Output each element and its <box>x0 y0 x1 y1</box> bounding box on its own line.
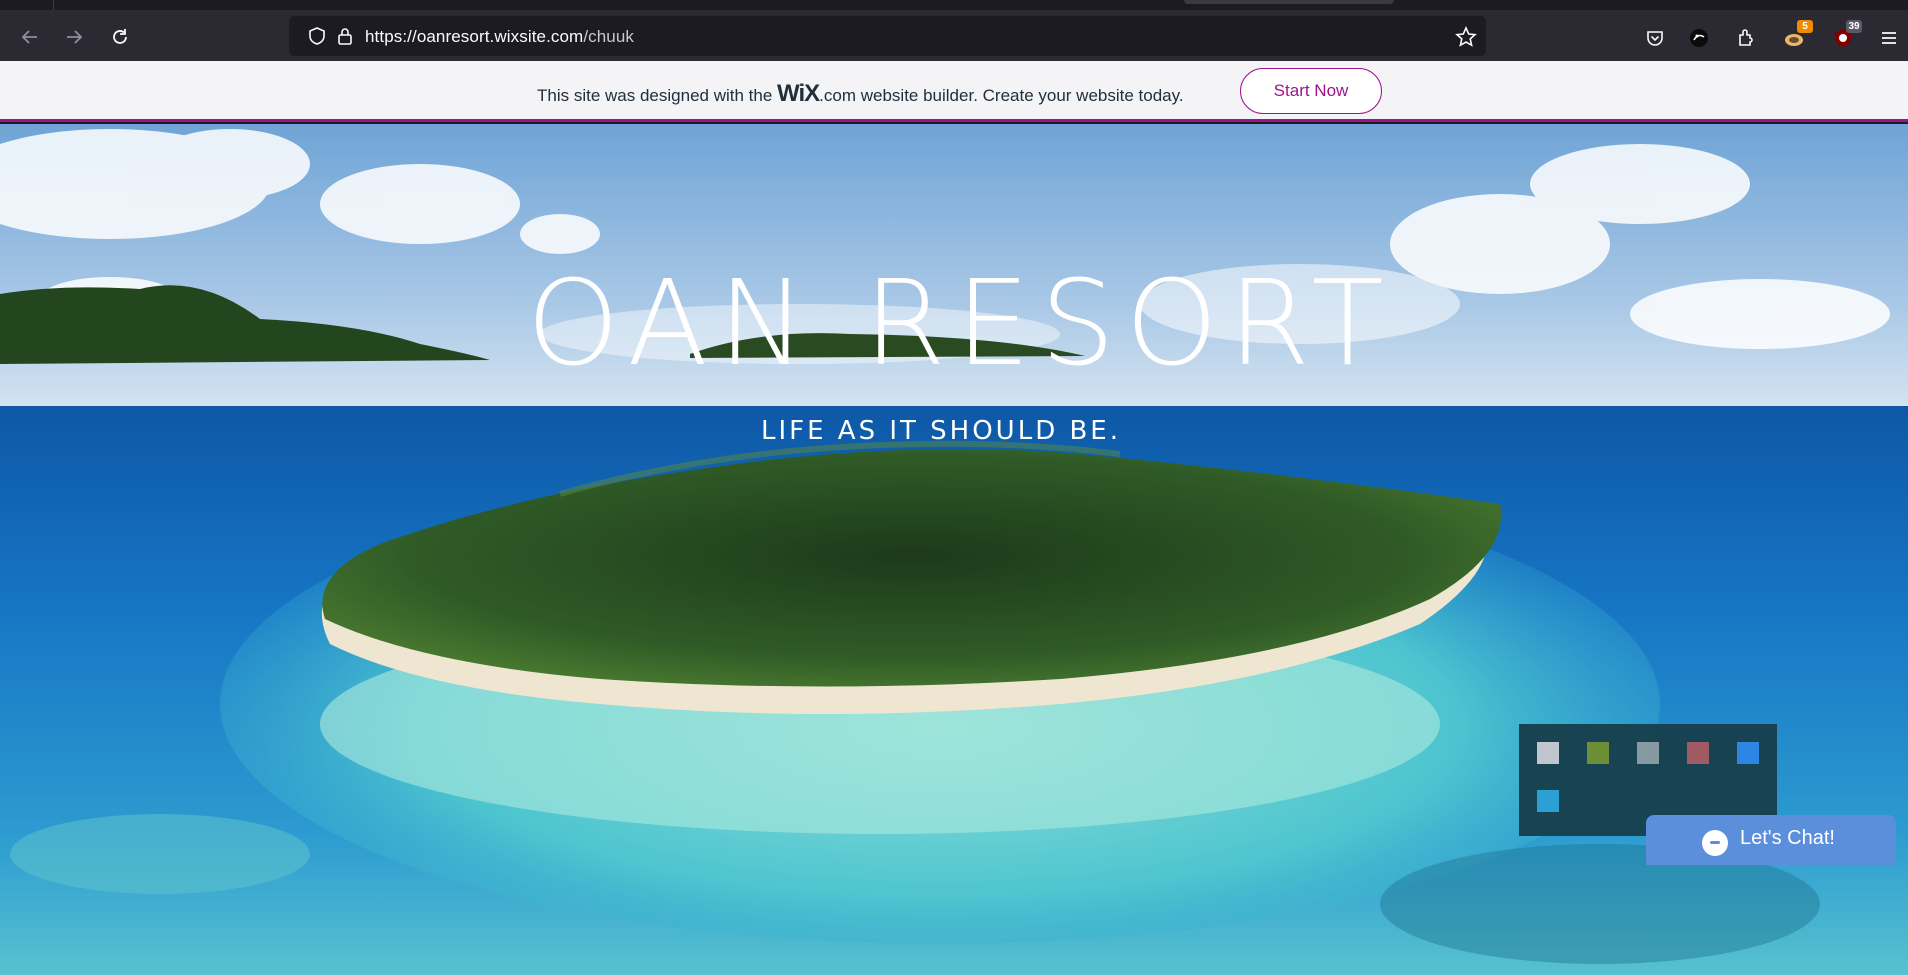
chat-label: Let's Chat! <box>1740 827 1835 849</box>
extension-b-badge: 39 <box>1846 20 1862 33</box>
reload-icon <box>113 29 127 44</box>
wix-text-after: website builder. Create your website tod… <box>860 86 1184 105</box>
lets-chat-button[interactable]: Let's Chat! <box>1646 815 1896 865</box>
tab-strip <box>0 0 1908 10</box>
menu-button[interactable] <box>1876 25 1902 51</box>
wix-banner: This site was designed with the WiX.com … <box>0 61 1908 122</box>
extensions-icon <box>1739 29 1753 46</box>
social-icon[interactable] <box>1687 742 1709 764</box>
wix-logo[interactable]: WiX <box>777 80 820 107</box>
back-icon <box>21 30 37 44</box>
shield-icon[interactable] <box>307 26 327 46</box>
chat-icon <box>1702 830 1728 856</box>
hero-subtitle: LIFE AS IT SHOULD BE. <box>760 416 1122 446</box>
social-icon[interactable] <box>1537 742 1559 764</box>
wix-banner-text: This site was designed with the WiX.com … <box>537 80 1184 108</box>
wix-text-before: This site was designed with the <box>537 86 773 105</box>
account-icon <box>1690 29 1708 47</box>
pocket-button[interactable] <box>1642 25 1668 51</box>
url-text[interactable]: https://oanresort.wixsite.com/chuuk <box>365 27 634 47</box>
menu-icon <box>1882 32 1896 44</box>
start-now-button[interactable]: Start Now <box>1240 68 1382 114</box>
forward-button[interactable] <box>57 23 91 51</box>
social-icon[interactable] <box>1737 742 1759 764</box>
tab-separator <box>53 0 54 10</box>
extension-b-button[interactable]: 39 <box>1830 20 1862 51</box>
hero-title: OAN RESORT <box>526 254 1394 392</box>
url-bar[interactable]: https://oanresort.wixsite.com/chuuk <box>289 16 1486 56</box>
reload-button[interactable] <box>103 23 137 51</box>
hero-section: OAN RESORT LIFE AS IT SHOULD BE. <box>0 124 1908 975</box>
extension-a-button[interactable]: 5 <box>1781 20 1813 51</box>
wix-logo-suffix: .com <box>819 86 856 105</box>
island-hero-image <box>0 124 1908 975</box>
browser-toolbar: https://oanresort.wixsite.com/chuuk 5 39 <box>0 10 1908 61</box>
tab[interactable] <box>1184 0 1394 4</box>
extensions-button[interactable] <box>1733 25 1759 51</box>
account-button[interactable] <box>1686 25 1712 51</box>
url-path: /chuuk <box>583 27 635 46</box>
social-icon[interactable] <box>1537 790 1559 812</box>
url-host: https://oanresort.wixsite.com <box>365 27 584 46</box>
bookmark-star-icon[interactable] <box>1455 26 1477 48</box>
lock-icon[interactable] <box>335 26 355 46</box>
pocket-icon <box>1647 31 1663 46</box>
social-icon[interactable] <box>1637 742 1659 764</box>
extension-a-badge: 5 <box>1797 20 1813 33</box>
back-button[interactable] <box>13 23 47 51</box>
social-icon[interactable] <box>1587 742 1609 764</box>
forward-icon <box>67 30 83 44</box>
